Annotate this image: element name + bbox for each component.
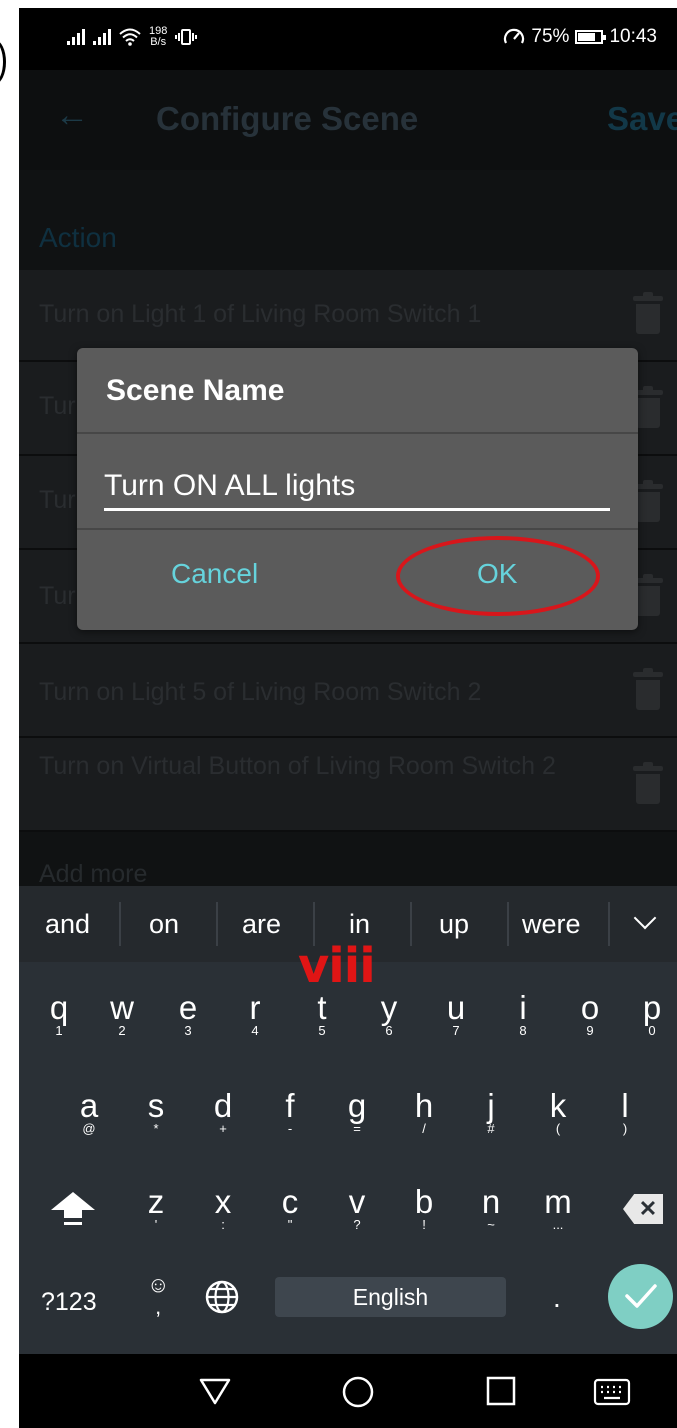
suggestion-divider [119,902,121,946]
vibrate-icon [175,29,198,45]
suggestion-item[interactable]: are [242,886,281,962]
home-circle-icon[interactable] [342,1376,374,1408]
key[interactable]: i8 [493,990,553,1038]
status-bar: 198 B/s 75% 10:43 [19,8,677,70]
status-left: 198 B/s [67,26,198,48]
key[interactable]: m... [528,1184,588,1232]
section-label-action: Action [39,222,117,253]
network-speed: 198 B/s [149,26,167,48]
action-row[interactable]: Turn on Light 5 of Living Room Switch 2 [19,644,677,738]
key[interactable]: n ~ [461,1184,521,1232]
input-underline [104,508,610,511]
key[interactable]: h / [394,1088,454,1136]
recents-square-icon[interactable] [486,1376,516,1406]
key[interactable]: s * [126,1088,186,1136]
page-title: Configure Scene [156,100,419,137]
scene-name-input[interactable] [104,460,610,512]
comma-label: , [155,1294,162,1319]
enter-key[interactable] [608,1264,673,1329]
key[interactable]: z ' [126,1184,186,1232]
action-row-text: Tur [39,582,76,610]
action-row-text: Turn on Light 5 of Living Room Switch 2 [39,678,482,706]
action-row[interactable]: Turn on Virtual Button of Living Room Sw… [19,738,677,832]
key[interactable]: b! [394,1184,454,1232]
data-saver-icon [504,28,525,44]
suggestion-divider [507,902,509,946]
key[interactable]: j # [461,1088,521,1136]
suggestion-divider [410,902,412,946]
key[interactable]: r4 [225,990,285,1038]
trash-icon[interactable] [633,292,663,334]
app-bar: ← Configure Scene Save [19,70,677,170]
key[interactable]: y6 [359,990,419,1038]
network-speed-unit: B/s [150,36,167,48]
cancel-button[interactable]: Cancel [171,558,258,590]
dialog-divider [77,528,638,530]
key[interactable]: a @ [59,1088,119,1136]
action-row-text: Tur [39,392,76,420]
key[interactable]: o9 [560,990,620,1038]
suggestion-item[interactable]: were [522,886,581,962]
key[interactable]: d + [193,1088,253,1136]
key[interactable]: x: [193,1184,253,1232]
scene-name-dialog: Scene Name Cancel OK [77,348,638,630]
wifi-icon [119,28,141,46]
symbols-key[interactable]: ?123 [41,1288,97,1317]
action-row-text: Turn on Light 1 of Living Room Switch 1 [39,300,482,328]
globe-icon[interactable] [205,1280,239,1314]
annotation-label: viii [298,938,376,994]
suggestion-item[interactable]: up [439,886,469,962]
dialog-divider [77,432,638,434]
save-button[interactable]: Save [607,100,677,138]
key[interactable]: k( [528,1088,588,1136]
shift-icon[interactable] [51,1192,95,1232]
period-key[interactable]: . [553,1282,561,1314]
suggestion-item[interactable]: and [45,886,90,962]
key[interactable]: u7 [426,990,486,1038]
backspace-icon[interactable]: ✕ [623,1194,663,1224]
suggestion-divider [608,902,610,946]
screen-edge-decoration [0,40,6,84]
red-highlight-oval [396,536,600,616]
chevron-down-icon[interactable] [633,906,657,930]
key[interactable]: g = [327,1088,387,1136]
space-bar[interactable]: English [275,1277,506,1317]
suggestion-divider [216,902,218,946]
action-row-text: Turn on Virtual Button of Living Room Sw… [39,752,556,780]
key[interactable]: v? [327,1184,387,1232]
trash-icon[interactable] [633,668,663,710]
emoji-key[interactable]: ☺ , [147,1274,169,1318]
key[interactable]: l) [595,1088,655,1136]
key[interactable]: f- [260,1088,320,1136]
back-triangle-icon[interactable] [199,1376,231,1406]
keyboard: q1 w2 e3 r4 t5 y6 u7 i8 o9 p0 a @ s * d + f… [19,962,677,1354]
battery-icon [575,30,607,44]
keyboard-icon[interactable] [593,1378,631,1406]
navigation-bar [19,1354,677,1428]
trash-icon[interactable] [633,762,663,804]
clock: 10:43 [609,26,657,47]
phone-screen: 198 B/s 75% 10:43 ← Configure Scene Save… [19,8,677,1428]
dialog-title: Scene Name [106,374,285,407]
key[interactable]: c " [260,1184,320,1232]
signal-2-icon [93,29,111,45]
arrow-left-icon[interactable]: ← [55,96,89,135]
key[interactable]: p0 [627,990,677,1038]
key[interactable]: q1 [29,990,89,1038]
checkmark-icon [625,1284,657,1308]
signal-1-icon [67,29,85,45]
key[interactable]: t5 [292,990,352,1038]
add-more-link[interactable]: Add more [39,860,147,889]
key[interactable]: e3 [158,990,218,1038]
action-row-text: Tur [39,486,76,514]
key[interactable]: w2 [92,990,152,1038]
battery-percent: 75% [531,26,570,47]
status-right: 75% 10:43 [503,26,657,48]
suggestion-item[interactable]: on [149,886,179,962]
